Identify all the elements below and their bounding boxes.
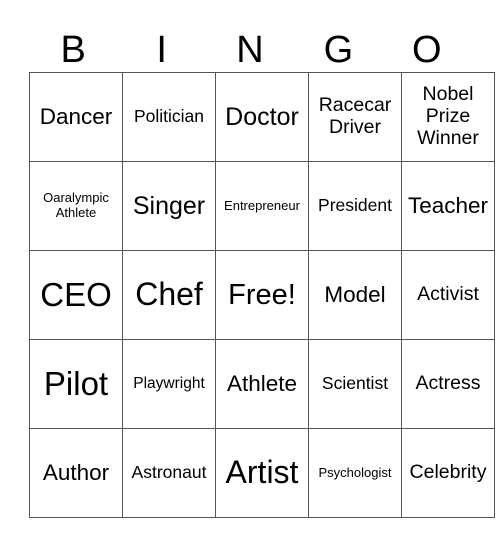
bingo-cell[interactable]: Scientist <box>308 339 402 429</box>
bingo-cell[interactable]: Oaralympic Athlete <box>29 161 123 251</box>
bingo-cell[interactable]: Singer <box>122 161 216 251</box>
bingo-cell[interactable]: Teacher <box>401 161 495 251</box>
bingo-cell[interactable]: Celebrity <box>401 428 495 518</box>
bingo-cell[interactable]: Politician <box>122 72 216 162</box>
bingo-cell[interactable]: Psychologist <box>308 428 402 518</box>
bingo-header: B I N G O <box>29 28 471 72</box>
bingo-cell[interactable]: Actress <box>401 339 495 429</box>
bingo-cell[interactable]: Astronaut <box>122 428 216 518</box>
grid-row: Pilot Playwright Athlete Scientist Actre… <box>29 339 495 429</box>
bingo-cell[interactable]: CEO <box>29 250 123 340</box>
grid-row: Dancer Politician Doctor Racecar Driver … <box>29 72 495 162</box>
bingo-cell[interactable]: Dancer <box>29 72 123 162</box>
bingo-cell[interactable]: Nobel Prize Winner <box>401 72 495 162</box>
grid-row: Oaralympic Athlete Singer Entrepreneur P… <box>29 161 495 251</box>
grid-row: Author Astronaut Artist Psychologist Cel… <box>29 428 495 518</box>
grid-row: CEO Chef Free! Model Activist <box>29 250 495 340</box>
bingo-grid: Dancer Politician Doctor Racecar Driver … <box>29 72 495 518</box>
header-letter-o: O <box>412 29 442 71</box>
bingo-cell[interactable]: President <box>308 161 402 251</box>
free-space-cell[interactable]: Free! <box>215 250 309 340</box>
bingo-cell[interactable]: Artist <box>215 428 309 518</box>
bingo-cell[interactable]: Chef <box>122 250 216 340</box>
bingo-cell[interactable]: Athlete <box>215 339 309 429</box>
header-letter-b: B <box>60 29 86 71</box>
bingo-cell[interactable]: Model <box>308 250 402 340</box>
bingo-cell[interactable]: Doctor <box>215 72 309 162</box>
bingo-cell[interactable]: Entrepreneur <box>215 161 309 251</box>
header-letter-i: I <box>156 29 167 71</box>
header-letter-n: N <box>236 29 264 71</box>
bingo-cell[interactable]: Author <box>29 428 123 518</box>
bingo-cell[interactable]: Playwright <box>122 339 216 429</box>
bingo-cell[interactable]: Pilot <box>29 339 123 429</box>
bingo-cell[interactable]: Activist <box>401 250 495 340</box>
header-letter-g: G <box>323 29 354 71</box>
bingo-cell[interactable]: Racecar Driver <box>308 72 402 162</box>
